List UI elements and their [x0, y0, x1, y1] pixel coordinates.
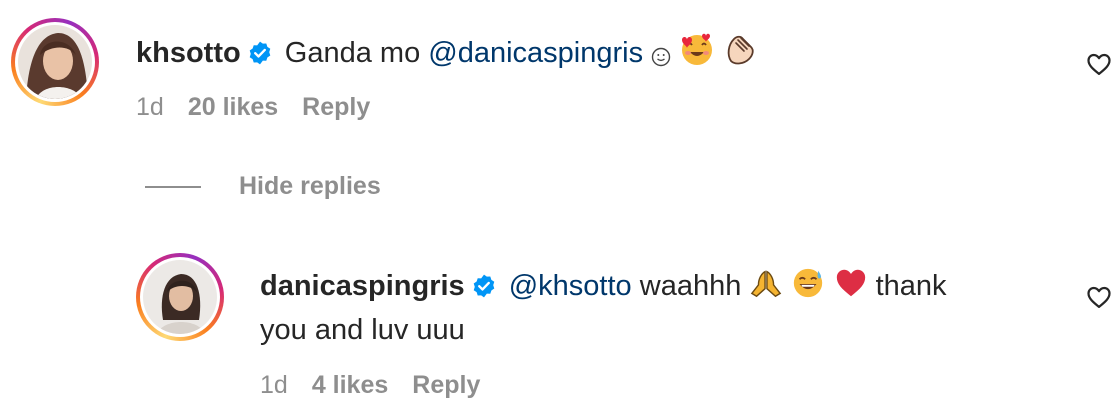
red-heart-emoji — [836, 269, 865, 297]
comment-time: 1d — [260, 371, 288, 399]
clapping-hands-emoji — [727, 35, 754, 65]
avatar-khsotto[interactable] — [11, 18, 99, 106]
comment-username[interactable]: danicaspingris — [260, 270, 465, 302]
reply-meta: 1d 4 likes Reply — [260, 371, 504, 400]
avatar-photo — [18, 25, 92, 99]
grinning-sweat-emoji — [794, 268, 823, 298]
comment-meta: 1d 20 likes Reply — [136, 93, 394, 122]
likes-count[interactable]: 20 likes — [188, 93, 278, 121]
comment-time: 1d — [136, 93, 164, 121]
smiling-face-emoji — [651, 47, 671, 67]
comment-text: Ganda mo — [284, 37, 421, 69]
replies-divider — [145, 185, 201, 188]
comment-username[interactable]: khsotto — [136, 37, 241, 69]
avatar-photo — [143, 260, 217, 334]
reply-danicaspingris: danicaspingris @khsotto waahhh thank — [260, 266, 947, 305]
reply-button[interactable]: Reply — [412, 371, 480, 399]
avatar-danicaspingris[interactable] — [136, 253, 224, 341]
comment-text-line2: you and luv uuu — [260, 314, 465, 346]
folded-hands-emoji — [751, 270, 782, 298]
verified-badge-icon — [249, 41, 271, 65]
comment-khsotto: khsotto Ganda mo @danicaspingris — [136, 31, 759, 72]
hide-replies-label: Hide replies — [239, 172, 381, 200]
like-heart-icon[interactable] — [1085, 50, 1113, 78]
like-heart-icon[interactable] — [1085, 283, 1113, 311]
reply-button[interactable]: Reply — [302, 93, 370, 121]
mention-link[interactable]: @khsotto — [509, 270, 632, 302]
likes-count[interactable]: 4 likes — [312, 371, 388, 399]
mention-link[interactable]: @danicaspingris — [428, 37, 643, 69]
smiling-face-with-hearts-emoji — [682, 33, 713, 65]
reply-text-line2: you and luv uuu — [260, 311, 465, 349]
verified-badge-icon — [473, 274, 494, 298]
hide-replies-button[interactable]: Hide replies — [145, 172, 381, 201]
comment-text-suffix: thank — [875, 270, 947, 302]
comment-text: waahhh — [639, 270, 742, 302]
